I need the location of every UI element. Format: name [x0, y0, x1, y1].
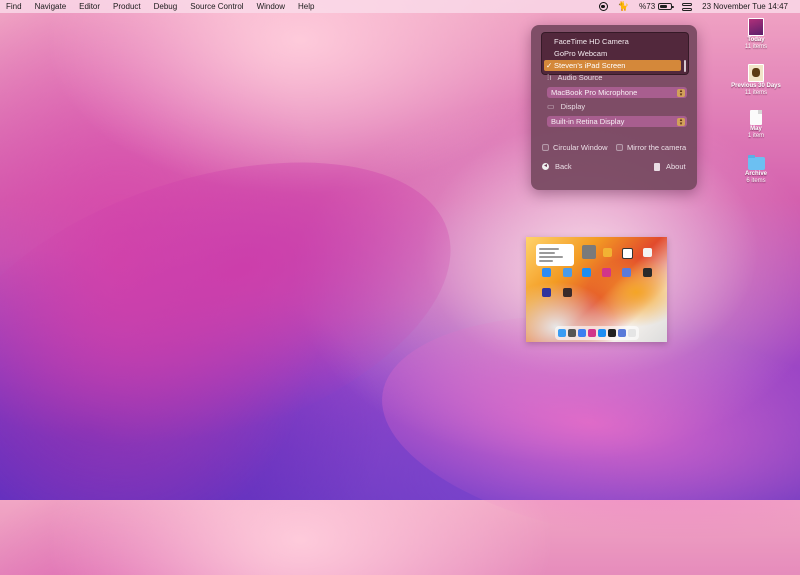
- desktop-item-name: May: [750, 126, 762, 132]
- menu-find[interactable]: Find: [6, 2, 22, 11]
- back-button[interactable]: ◂ Back: [542, 162, 572, 171]
- mirror-camera-label: Mirror the camera: [627, 143, 687, 152]
- photo-stack-icon: [748, 18, 764, 36]
- desktop-item-name: Today: [747, 37, 765, 43]
- desktop-item-archive[interactable]: Archive 6 items: [726, 155, 786, 185]
- photo-icon: [748, 64, 764, 82]
- app-icon: [578, 329, 586, 337]
- desktop-item-count: 1 item: [747, 133, 765, 139]
- desktop-item-count: 6 items: [746, 178, 766, 184]
- desktop-item-count: 11 items: [744, 44, 768, 50]
- app-icon: [598, 329, 606, 337]
- control-center-icon: [682, 2, 693, 11]
- menu-window[interactable]: Window: [257, 2, 285, 11]
- ipad-screen-window[interactable]: [526, 237, 667, 342]
- camera-source-list[interactable]: FaceTime HD Camera GoPro Webcam ✓ Steven…: [541, 32, 689, 75]
- app-icon: [628, 329, 636, 337]
- desktop-item-count: 11 items: [744, 90, 768, 96]
- menu-product[interactable]: Product: [113, 2, 141, 11]
- app-icon: [563, 288, 572, 297]
- camera-option-label: GoPro Webcam: [554, 49, 608, 58]
- app-icon: [542, 288, 551, 297]
- app-icon: [582, 245, 596, 259]
- list-scrollbar[interactable]: [684, 60, 686, 72]
- desktop-item-may[interactable]: May 1 item: [726, 110, 786, 140]
- circular-window-option[interactable]: Circular Window: [542, 143, 608, 152]
- battery-percent: %73: [639, 2, 656, 11]
- status-tray: 🐈 %73 23 November Tue 14:47: [589, 0, 788, 13]
- menu-navigate[interactable]: Navigate: [35, 2, 67, 11]
- ipad-dock: [555, 326, 639, 340]
- app-icon: [558, 329, 566, 337]
- desktop-item-today[interactable]: Today 11 items: [726, 18, 786, 51]
- audio-source-label: Audio Source: [557, 73, 603, 82]
- menu-help[interactable]: Help: [298, 2, 314, 11]
- display-select[interactable]: Built-in Retina Display ▴ ▾: [547, 116, 687, 127]
- circular-window-label: Circular Window: [553, 143, 608, 152]
- about-label: About: [666, 162, 686, 171]
- app-icon: [618, 329, 626, 337]
- menu-bar: Find Navigate Editor Product Debug Sourc…: [0, 0, 800, 13]
- camera-option-facetime[interactable]: FaceTime HD Camera: [544, 36, 681, 47]
- display-icon: ▭: [547, 102, 555, 111]
- app-icon: [588, 329, 596, 337]
- camera-option-label: Steven's iPad Screen: [554, 61, 626, 70]
- desktop-item-previous-30-days[interactable]: Previous 30 Days 11 items: [726, 64, 786, 97]
- app-icon: [582, 268, 591, 277]
- app-icon: [622, 268, 631, 277]
- audio-source-value: MacBook Pro Microphone: [551, 88, 638, 97]
- audio-source-select[interactable]: MacBook Pro Microphone ▴ ▾: [547, 87, 687, 98]
- menu-editor[interactable]: Editor: [79, 2, 100, 11]
- back-arrow-icon: ◂: [542, 163, 549, 170]
- clock[interactable]: 23 November Tue 14:47: [702, 2, 788, 11]
- mirror-camera-checkbox[interactable]: [616, 144, 623, 151]
- mirror-camera-option[interactable]: Mirror the camera: [616, 143, 686, 152]
- audio-wave-icon: ⁞ı: [547, 73, 552, 82]
- desktop-item-name: Archive: [744, 171, 767, 177]
- display-value: Built-in Retina Display: [551, 117, 625, 126]
- app-icon: [608, 329, 616, 337]
- display-label: Display: [560, 102, 586, 111]
- battery-status[interactable]: %73: [639, 2, 674, 11]
- app-icon: [568, 329, 576, 337]
- camera-option-gopro[interactable]: GoPro Webcam: [544, 48, 681, 59]
- chevron-updown-icon: ▴ ▾: [677, 117, 685, 126]
- menu-source-control[interactable]: Source Control: [190, 2, 243, 11]
- camera-option-label: FaceTime HD Camera: [554, 37, 629, 46]
- camera-settings-panel: FaceTime HD Camera GoPro Webcam ✓ Steven…: [531, 25, 697, 190]
- record-icon: [598, 2, 608, 11]
- app-icon: [603, 248, 612, 257]
- audio-source-section: ⁞ı Audio Source: [547, 73, 602, 82]
- battery-level-fill: [660, 5, 668, 8]
- app-icon: [602, 268, 611, 277]
- reminders-widget: [536, 244, 574, 266]
- app-icon: [563, 268, 572, 277]
- control-center-button[interactable]: [682, 2, 693, 11]
- info-document-icon: [654, 162, 660, 171]
- camera-option-ipad[interactable]: ✓ Steven's iPad Screen: [544, 60, 681, 71]
- app-icon: [622, 248, 633, 259]
- app-menu: Find Navigate Editor Product Debug Sourc…: [0, 2, 327, 11]
- battery-icon: [658, 3, 674, 10]
- display-section: ▭ Display: [547, 102, 585, 111]
- menu-debug[interactable]: Debug: [154, 2, 178, 11]
- document-icon: [750, 110, 762, 125]
- folder-icon: [747, 155, 765, 170]
- checkmark-icon: ✓: [546, 61, 553, 70]
- cat-icon[interactable]: 🐈: [618, 1, 629, 12]
- circular-window-checkbox[interactable]: [542, 144, 549, 151]
- app-icon: [542, 268, 551, 277]
- about-button[interactable]: About: [654, 162, 686, 171]
- app-icon: [643, 268, 652, 277]
- app-icon: [643, 248, 652, 257]
- chevron-updown-icon: ▴ ▾: [677, 88, 685, 97]
- record-status-item[interactable]: [598, 2, 608, 11]
- back-label: Back: [555, 162, 572, 171]
- desktop-item-name: Previous 30 Days: [731, 83, 781, 89]
